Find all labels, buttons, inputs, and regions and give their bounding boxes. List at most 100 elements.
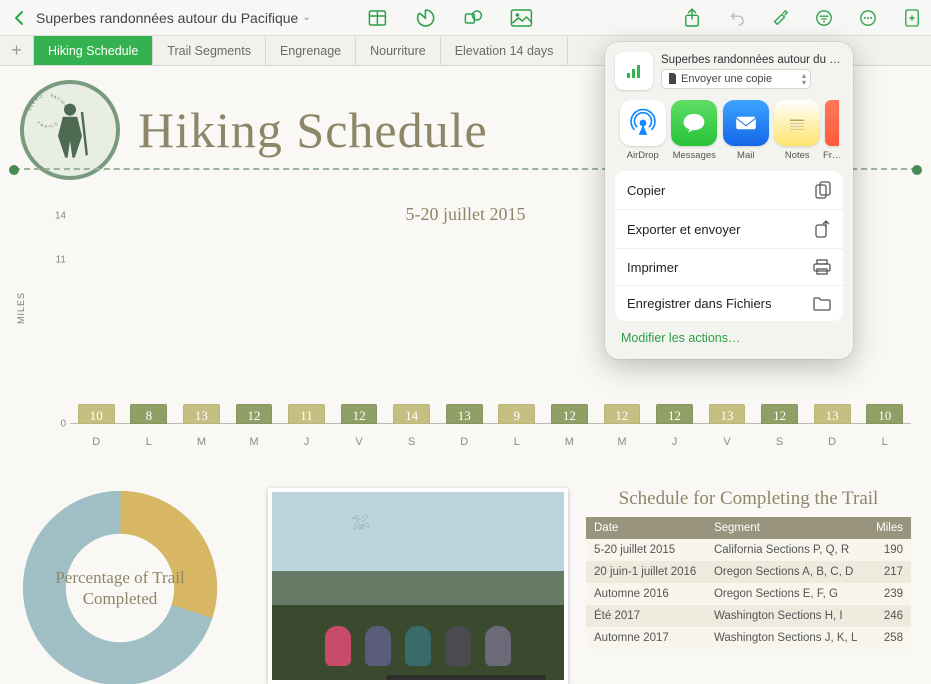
bar[interactable]: 11: [288, 404, 325, 424]
cell-segment: Washington Sections H, I: [706, 605, 868, 627]
cell-miles: 239: [868, 583, 911, 605]
cell-date: 5-20 juillet 2015: [586, 539, 706, 561]
bar[interactable]: 8: [130, 404, 167, 424]
tab-elevation[interactable]: Elevation 14 days: [441, 36, 569, 65]
action-label: Imprimer: [627, 260, 678, 275]
table-row[interactable]: Automne 2016Oregon Sections E, F, G239: [586, 583, 911, 605]
copy-action[interactable]: Copier: [615, 171, 843, 209]
action-label: Enregistrer dans Fichiers: [627, 296, 772, 311]
bar-slot: 10: [70, 404, 123, 424]
top-toolbar: Superbes randonnées autour du Pacifique …: [0, 0, 931, 36]
bar[interactable]: 12: [761, 404, 798, 424]
print-action[interactable]: Imprimer: [615, 248, 843, 285]
cell-date: Automne 2016: [586, 583, 706, 605]
cell-segment: Oregon Sections A, B, C, D: [706, 561, 868, 583]
donut-label: Percentage of Trail Completed: [20, 488, 220, 684]
export-action[interactable]: Exporter et envoyer: [615, 209, 843, 248]
format-brush-icon[interactable]: [769, 7, 791, 29]
home-indicator[interactable]: [386, 675, 546, 680]
bar-slot: 12: [543, 404, 596, 424]
tab-engrenage[interactable]: Engrenage: [266, 36, 356, 65]
bar-slot: 12: [753, 404, 806, 424]
insert-chart-icon[interactable]: [414, 7, 436, 29]
cell-segment: Washington Sections J, K, L: [706, 627, 868, 649]
insert-media-icon[interactable]: [510, 7, 532, 29]
folder-icon: [813, 297, 831, 311]
bar[interactable]: 12: [341, 404, 378, 424]
x-tick: D: [70, 436, 123, 448]
x-tick: L: [491, 436, 544, 448]
copy-icon: [815, 181, 831, 199]
cell-segment: California Sections P, Q, R: [706, 539, 868, 561]
tab-label: Engrenage: [280, 44, 341, 58]
insert-table-icon[interactable]: [366, 7, 388, 29]
bar-slot: 14: [385, 404, 438, 424]
select-label: Envoyer une copie: [681, 73, 772, 85]
table-row[interactable]: 20 juin-1 juillet 2016Oregon Sections A,…: [586, 561, 911, 583]
y-axis-label: MILES: [16, 292, 26, 324]
more-icon[interactable]: [857, 7, 879, 29]
messages-button[interactable]: Messages: [669, 100, 721, 161]
bar[interactable]: 9: [498, 404, 535, 424]
tab-label: Elevation 14 days: [455, 44, 554, 58]
insert-shape-icon[interactable]: [462, 7, 484, 29]
x-tick: D: [806, 436, 859, 448]
send-copy-select[interactable]: Envoyer une copie ▴▾: [661, 69, 811, 89]
app-icon: [615, 52, 653, 90]
bar-slot: 8: [123, 404, 176, 424]
bar-slot: 12: [648, 404, 701, 424]
tab-trail-segments[interactable]: Trail Segments: [153, 36, 266, 65]
undo-icon: [725, 7, 747, 29]
add-sheet-button[interactable]: +: [0, 36, 34, 65]
bar[interactable]: 13: [446, 404, 483, 424]
target-label: Fr…: [823, 150, 841, 161]
bar-slot: 12: [228, 404, 281, 424]
bar[interactable]: 12: [551, 404, 588, 424]
document-title-text: Superbes randonnées autour du Pacifique: [36, 10, 298, 26]
document-title[interactable]: Superbes randonnées autour du Pacifique …: [36, 10, 311, 26]
bar[interactable]: 10: [78, 404, 115, 424]
cell-date: Été 2017: [586, 605, 706, 627]
table-row[interactable]: Été 2017Washington Sections H, I246: [586, 605, 911, 627]
airdrop-button[interactable]: AirDrop: [617, 100, 669, 161]
bar[interactable]: 12: [604, 404, 641, 424]
bar[interactable]: 13: [183, 404, 220, 424]
mail-button[interactable]: Mail: [720, 100, 772, 161]
filter-icon[interactable]: [813, 7, 835, 29]
x-tick: M: [543, 436, 596, 448]
tab-label: Nourriture: [370, 44, 426, 58]
schedule-table[interactable]: Date Segment Miles 5-20 juillet 2015Cali…: [586, 517, 911, 649]
bar-slot: 13: [438, 404, 491, 424]
edit-actions-link[interactable]: Modifier les actions…: [615, 321, 843, 349]
target-label: AirDrop: [627, 150, 659, 161]
save-files-action[interactable]: Enregistrer dans Fichiers: [615, 285, 843, 321]
bar[interactable]: 13: [814, 404, 851, 424]
share-icon[interactable]: [681, 7, 703, 29]
notes-button[interactable]: Notes: [772, 100, 824, 161]
x-tick: S: [385, 436, 438, 448]
back-button[interactable]: [8, 6, 32, 30]
bar[interactable]: 10: [866, 404, 903, 424]
x-tick: L: [858, 436, 911, 448]
table-row[interactable]: Automne 2017Washington Sections J, K, L2…: [586, 627, 911, 649]
table-row[interactable]: 5-20 juillet 2015California Sections P, …: [586, 539, 911, 561]
x-tick: M: [228, 436, 281, 448]
y-ticks: 14 11 0: [42, 216, 66, 424]
target-label: Mail: [737, 150, 754, 161]
bar[interactable]: 12: [236, 404, 273, 424]
more-targets[interactable]: Fr…: [823, 100, 841, 161]
x-tick: J: [280, 436, 333, 448]
photo[interactable]: 𓅮: [268, 488, 568, 684]
bar-slot: 13: [175, 404, 228, 424]
page-title: Hiking Schedule: [138, 101, 488, 159]
bar[interactable]: 13: [709, 404, 746, 424]
tab-nourriture[interactable]: Nourriture: [356, 36, 441, 65]
bar[interactable]: 14: [393, 404, 430, 424]
bar[interactable]: 12: [656, 404, 693, 424]
donut-chart[interactable]: Percentage of Trail Completed: [20, 488, 250, 684]
new-sheet-icon[interactable]: [901, 7, 923, 29]
action-label: Exporter et envoyer: [627, 222, 740, 237]
bar-slot: 12: [333, 404, 386, 424]
tab-hiking-schedule[interactable]: Hiking Schedule: [34, 36, 153, 65]
x-tick: S: [753, 436, 806, 448]
